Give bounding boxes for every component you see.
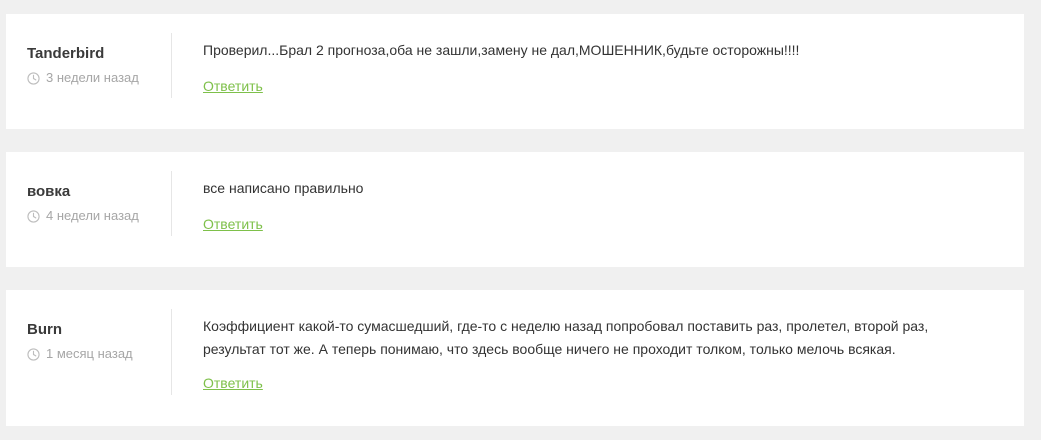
comment-item: Tanderbird 3 недели назад Проверил...Бра…: [6, 14, 1024, 129]
clock-icon: [27, 209, 40, 223]
comment-item: Burn 1 месяц назад Коэффициент какой-то …: [6, 290, 1024, 426]
comment-time: 4 недели назад: [27, 208, 171, 224]
comment-text: все написано правильно: [203, 180, 364, 196]
comment-author: вовка: [27, 183, 71, 200]
comment-body: Проверил...Брал 2 прогноза,оба не зашли,…: [172, 14, 1024, 129]
reply-link[interactable]: Ответить: [203, 78, 263, 94]
comment-time-label: 3 недели назад: [46, 70, 139, 85]
comment-author: Burn: [27, 321, 62, 338]
comment-text: Проверил...Брал 2 прогноза,оба не зашли,…: [203, 42, 800, 58]
comment-list: Tanderbird 3 недели назад Проверил...Бра…: [6, 14, 1024, 426]
comment-time: 1 месяц назад: [27, 346, 171, 362]
clock-icon: [27, 347, 40, 361]
clock-icon: [27, 71, 40, 85]
comment-meta: вовка 4 недели назад: [6, 171, 172, 236]
comment-time-label: 4 недели назад: [46, 208, 139, 223]
comment-item: вовка 4 недели назад все написано правил…: [6, 152, 1024, 267]
comment-meta: Tanderbird 3 недели назад: [6, 33, 172, 98]
reply-link[interactable]: Ответить: [203, 216, 263, 232]
comment-author: Tanderbird: [27, 45, 105, 62]
comment-body: Коэффициент какой-то сумасшедший, где-то…: [172, 290, 1024, 426]
comment-meta: Burn 1 месяц назад: [6, 309, 172, 395]
comment-text: Коэффициент какой-то сумасшедший, где-то…: [203, 318, 929, 357]
comment-time: 3 недели назад: [27, 70, 171, 86]
comment-body: все написано правильно Ответить: [172, 152, 1024, 267]
comment-time-label: 1 месяц назад: [46, 346, 133, 361]
reply-link[interactable]: Ответить: [203, 375, 263, 391]
